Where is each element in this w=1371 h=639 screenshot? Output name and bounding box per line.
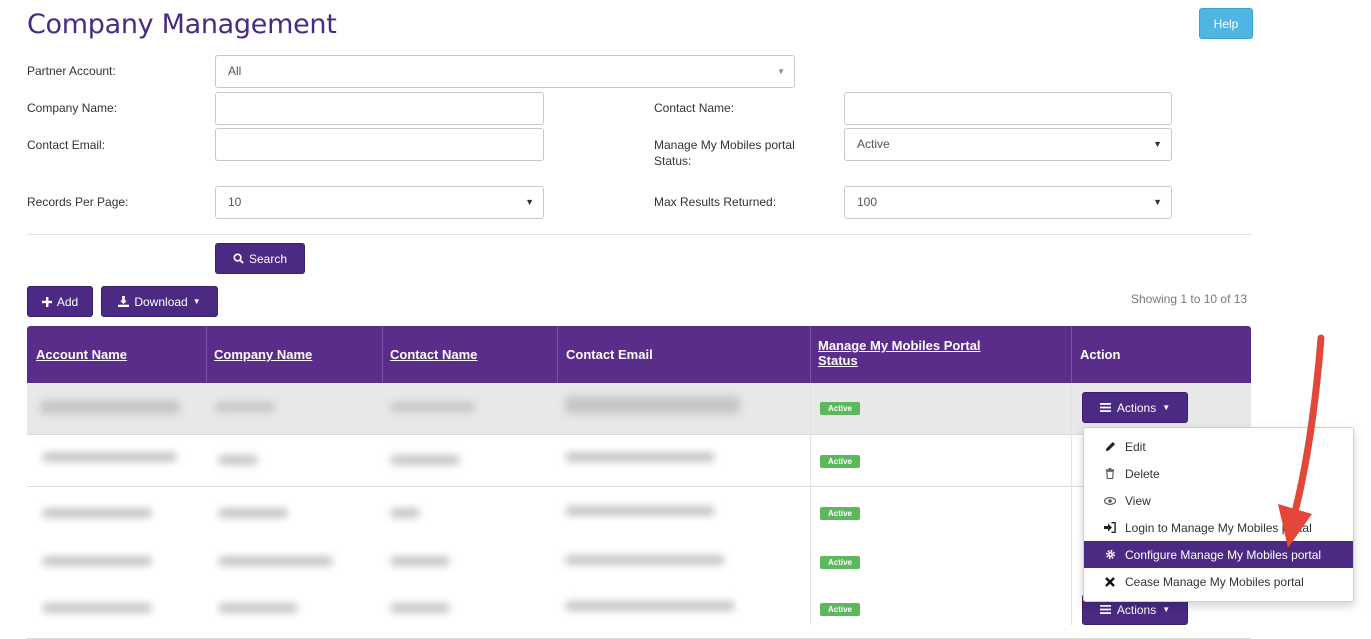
redacted-text xyxy=(215,402,275,412)
records-per-page-select[interactable]: 10 ▼ xyxy=(215,186,544,219)
menu-icon xyxy=(1099,603,1111,617)
column-divider xyxy=(206,326,207,383)
caret-down-icon: ▼ xyxy=(1162,605,1171,614)
redacted-text xyxy=(218,455,258,465)
actions-button-label: Actions xyxy=(1116,602,1157,617)
chevron-down-icon: ▼ xyxy=(777,67,785,76)
column-divider xyxy=(1071,383,1072,625)
portal-status-label-line2: Status: xyxy=(654,154,692,168)
plus-icon xyxy=(41,296,52,307)
column-header-account-name[interactable]: Account Name xyxy=(36,347,127,362)
partner-account-select[interactable]: All ▼ xyxy=(215,55,795,88)
redacted-text xyxy=(218,556,333,566)
caret-down-icon: ▼ xyxy=(1162,403,1171,412)
menu-item-label: View xyxy=(1125,493,1151,508)
actions-dropdown-button[interactable]: Actions ▼ xyxy=(1082,392,1188,423)
contact-email-label: Contact Email: xyxy=(27,138,106,152)
chevron-down-icon: ▼ xyxy=(1153,139,1162,149)
status-badge: Active xyxy=(820,507,860,520)
redacted-text xyxy=(390,556,450,566)
pencil-icon xyxy=(1104,441,1116,452)
partner-account-value: All xyxy=(228,64,242,78)
column-header-portal-status[interactable]: Manage My Mobiles Portal Status xyxy=(818,338,981,368)
column-divider xyxy=(810,326,811,383)
column-divider xyxy=(810,383,811,625)
trash-icon xyxy=(1104,468,1116,479)
add-button-label: Add xyxy=(56,294,79,309)
redacted-text xyxy=(390,402,475,412)
status-badge: Active xyxy=(820,455,860,468)
max-results-label: Max Results Returned: xyxy=(654,195,777,209)
menu-item-label: Edit xyxy=(1125,439,1146,454)
help-button[interactable]: Help xyxy=(1199,8,1253,39)
table-row xyxy=(27,587,1251,639)
chevron-down-icon: ▼ xyxy=(525,197,534,207)
contact-email-input[interactable] xyxy=(215,128,544,161)
chevron-down-icon: ▼ xyxy=(1153,197,1162,207)
caret-down-icon: ▼ xyxy=(192,297,201,306)
menu-icon xyxy=(1099,401,1111,415)
status-badge: Active xyxy=(820,556,860,569)
menu-item-label: Delete xyxy=(1125,466,1160,481)
actions-button-label: Actions xyxy=(1116,400,1157,415)
results-count: Showing 1 to 10 of 13 xyxy=(1131,292,1248,306)
redacted-text xyxy=(42,452,177,462)
eye-icon xyxy=(1104,496,1116,505)
portal-status-header-line1: Manage My Mobiles Portal xyxy=(818,338,981,353)
cog-icon xyxy=(1104,549,1116,560)
download-icon xyxy=(118,296,130,307)
status-badge: Active xyxy=(820,402,860,415)
red-arrow-annotation xyxy=(1278,334,1325,548)
close-icon xyxy=(1104,576,1116,587)
redacted-text xyxy=(42,508,152,518)
menu-item-cease-portal[interactable]: Cease Manage My Mobiles portal xyxy=(1084,568,1353,595)
download-button[interactable]: Download ▼ xyxy=(101,286,218,317)
portal-status-label-line1: Manage My Mobiles portal xyxy=(654,138,795,152)
redacted-text xyxy=(218,603,298,613)
partner-account-label: Partner Account: xyxy=(27,64,116,78)
max-results-select[interactable]: 100 ▼ xyxy=(844,186,1172,219)
redacted-text xyxy=(218,508,288,518)
redacted-text xyxy=(390,508,420,518)
column-divider xyxy=(1071,326,1072,383)
login-icon xyxy=(1104,522,1116,533)
add-button[interactable]: Add xyxy=(27,286,93,317)
download-button-label: Download xyxy=(134,294,188,309)
search-button[interactable]: Search xyxy=(215,243,305,274)
redacted-text xyxy=(40,400,180,414)
contact-name-label: Contact Name: xyxy=(654,101,735,115)
portal-status-header-line2: Status xyxy=(818,353,858,368)
records-per-page-label: Records Per Page: xyxy=(27,195,129,209)
search-icon xyxy=(233,253,244,264)
redacted-text xyxy=(565,506,715,516)
column-divider xyxy=(557,326,558,383)
records-per-page-value: 10 xyxy=(228,195,242,209)
menu-item-label: Cease Manage My Mobiles portal xyxy=(1125,574,1304,589)
company-name-label: Company Name: xyxy=(27,101,118,115)
divider xyxy=(27,234,1252,235)
page-title: Company Management xyxy=(27,9,337,40)
column-header-contact-name[interactable]: Contact Name xyxy=(390,347,477,362)
redacted-text xyxy=(565,396,740,414)
column-header-company-name[interactable]: Company Name xyxy=(214,347,312,362)
redacted-text xyxy=(390,603,450,613)
redacted-text xyxy=(42,556,152,566)
redacted-text xyxy=(565,452,715,462)
contact-name-input[interactable] xyxy=(844,92,1172,125)
max-results-value: 100 xyxy=(857,195,878,209)
column-header-contact-email: Contact Email xyxy=(566,347,653,362)
portal-status-value: Active xyxy=(857,137,890,151)
column-header-action: Action xyxy=(1080,347,1121,362)
column-divider xyxy=(382,326,383,383)
redacted-text xyxy=(42,603,152,613)
redacted-text xyxy=(390,455,460,465)
redacted-text xyxy=(565,555,725,565)
portal-status-select[interactable]: Active ▼ xyxy=(844,128,1172,161)
company-name-input[interactable] xyxy=(215,92,544,125)
search-button-label: Search xyxy=(248,251,288,266)
portal-status-label: Manage My Mobiles portal Status: xyxy=(654,137,795,169)
status-badge: Active xyxy=(820,603,860,616)
redacted-text xyxy=(565,601,735,611)
